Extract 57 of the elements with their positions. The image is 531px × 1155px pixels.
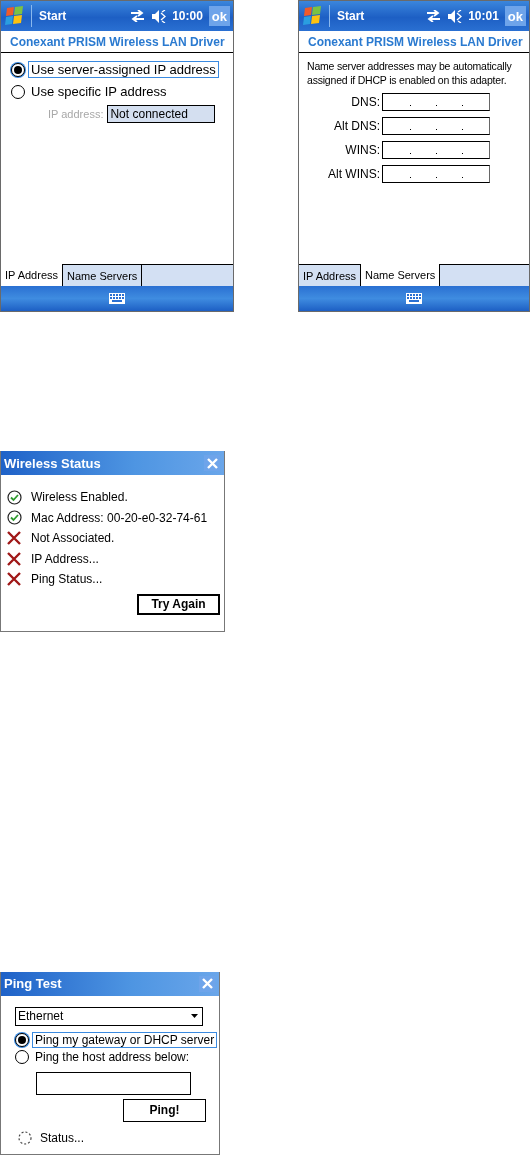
close-icon [206,457,218,469]
radio-button[interactable] [15,1032,29,1047]
cross-icon [7,572,21,587]
caret-icon [191,1014,198,1018]
close-button[interactable] [204,455,220,471]
address-field[interactable] [382,141,490,159]
cross-icon [7,531,21,546]
adapter-dropdown[interactable]: Ethernet [15,1006,203,1026]
status-text: Mac Address: 00-20-e0-32-74-61 [31,510,208,525]
windows-logo[interactable] [303,5,323,27]
status-text: Ping Status... [31,572,103,587]
clock-text[interactable]: 10:00 [172,9,203,23]
tab[interactable]: IP Address [1,264,63,286]
keyboard-icon[interactable] [406,293,422,304]
host-address-field[interactable] [36,1071,191,1095]
close-icon [201,978,213,989]
check-circle-icon [7,489,22,505]
check-circle-icon [7,510,22,526]
ping-button[interactable]: Ping! [123,1098,206,1122]
address-field[interactable] [382,117,490,135]
option-label[interactable]: Ping my gateway or DHCP server [32,1031,218,1048]
dialog-title: Ping Test [4,976,62,991]
start-label[interactable]: Start [39,9,131,23]
tab[interactable]: Name Servers [361,264,441,286]
option-label[interactable]: Use specific IP address [28,83,170,100]
speaker-icon[interactable] [448,9,463,23]
status-text: Not Associated. [31,531,115,546]
windows-logo[interactable] [5,5,25,27]
radio-button[interactable] [11,62,25,77]
dialog-title: Wireless Status [4,455,101,471]
speaker-icon[interactable] [152,9,167,23]
page-header: Conexant PRISM Wireless LAN Driver [299,31,529,53]
field-label: IP address: [48,108,104,120]
field-label: Alt WINS: [327,167,381,181]
keyboard-icon[interactable] [109,293,125,304]
page-header: Conexant PRISM Wireless LAN Driver [1,31,233,53]
option-label[interactable]: Ping the host address below: [32,1048,193,1065]
connectivity-icon[interactable] [426,10,442,22]
field-label: WINS: [344,143,381,157]
radio-button[interactable] [15,1049,29,1064]
radio-button[interactable] [11,84,25,99]
status-text: IP Address... [31,551,99,566]
try-again-button[interactable]: Try Again [137,593,220,615]
close-button[interactable] [199,975,215,992]
field-label: Alt DNS: [333,119,381,133]
status-text: Wireless Enabled. [31,490,128,505]
address-field[interactable] [382,93,490,111]
clock-text[interactable]: 10:01 [468,9,499,23]
status-text: Status... [40,1130,85,1145]
spinner-icon [18,1130,32,1145]
info-text: Name server addresses may be automatically assigned if DHCP is enabled on this adapter. [307,59,513,87]
connectivity-icon[interactable] [130,10,146,22]
start-label[interactable]: Start [337,9,427,23]
cross-icon [7,551,21,566]
address-field[interactable] [382,165,490,183]
field-label: DNS: [350,95,381,109]
option-label[interactable]: Use server-assigned IP address [28,61,219,78]
